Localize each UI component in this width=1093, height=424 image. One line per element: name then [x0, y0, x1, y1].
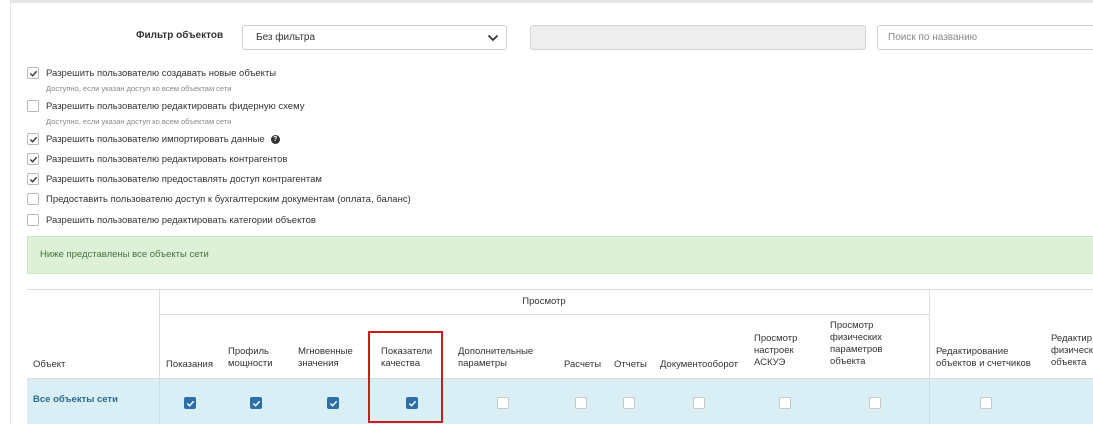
- col-header-edit-objects: Редактирование объектов и счетчиков: [936, 346, 1031, 369]
- perm-create-objects[interactable]: Разрешить пользователю создавать новые о…: [27, 67, 276, 79]
- row-checkbox-readings[interactable]: [184, 397, 196, 409]
- checkbox[interactable]: [27, 67, 39, 79]
- col-header-extra-params: Дополнительные параметры: [458, 346, 534, 369]
- table-top-border: [27, 289, 1093, 290]
- info-banner: Ниже представлены все объекты сети: [27, 236, 1093, 274]
- perm-edit-categories[interactable]: Разрешить пользователю редактировать кат…: [27, 214, 316, 226]
- col-header-quality: Показатели качества: [381, 346, 433, 369]
- disabled-field: [530, 25, 866, 50]
- row-checkbox-calculations[interactable]: [575, 397, 587, 409]
- col-header-object: Объект: [33, 359, 66, 370]
- check-icon: [408, 400, 417, 407]
- perm-accounting-docs[interactable]: Предоставить пользователю доступ к бухга…: [27, 193, 411, 205]
- checkbox[interactable]: [27, 100, 39, 112]
- perm-label: Разрешить пользователю редактировать фид…: [46, 100, 305, 112]
- search-input[interactable]: [877, 25, 1093, 50]
- perm-label: Разрешить пользователю предоставлять дос…: [46, 173, 322, 185]
- perm-hint: Доступно, если указан доступ ко всем объ…: [46, 84, 232, 93]
- help-icon[interactable]: ?: [270, 134, 280, 144]
- row-checkbox-extra-params[interactable]: [497, 397, 509, 409]
- check-icon: [29, 70, 38, 77]
- row-checkbox-edit-objects[interactable]: [980, 397, 992, 409]
- col-header-reports: Отчеты: [614, 359, 647, 370]
- filter-label: Фильтр объектов: [136, 30, 224, 41]
- group-title-view: Просмотр: [522, 296, 566, 307]
- filter-select[interactable]: Без фильтра: [242, 25, 507, 50]
- perm-label: Предоставить пользователю доступ к бухга…: [46, 193, 411, 205]
- perm-label: Разрешить пользователю редактировать кон…: [46, 153, 288, 165]
- row-checkbox-docflow[interactable]: [693, 397, 705, 409]
- row-checkbox-physical-params[interactable]: [869, 397, 881, 409]
- col-separator: [159, 379, 160, 424]
- checkbox[interactable]: [27, 193, 39, 205]
- checkbox[interactable]: [27, 214, 39, 226]
- checkbox[interactable]: [27, 153, 39, 165]
- top-border: [10, 0, 1093, 3]
- row-label-all-objects[interactable]: Все объекты сети: [33, 394, 118, 405]
- perm-grant-contractors[interactable]: Разрешить пользователю предоставлять дос…: [27, 173, 322, 185]
- col-separator: [929, 379, 930, 424]
- row-checkbox-reports[interactable]: [623, 397, 635, 409]
- row-checkbox-power-profile[interactable]: [250, 397, 262, 409]
- col-header-edit-physical: Редактир физическ объекта: [1051, 333, 1093, 368]
- checkbox[interactable]: [27, 173, 39, 185]
- col-header-instant-values: Мгновенные значения: [298, 346, 353, 369]
- row-checkbox-quality[interactable]: [406, 397, 418, 409]
- chevron-down-icon: [487, 34, 499, 42]
- row-checkbox-instant-values[interactable]: [327, 397, 339, 409]
- perm-import-data[interactable]: Разрешить пользователю импортировать дан…: [27, 133, 280, 145]
- check-icon: [29, 156, 38, 163]
- row-checkbox-askue-settings[interactable]: [779, 397, 791, 409]
- left-border: [10, 0, 11, 424]
- col-header-calculations: Расчеты: [564, 359, 602, 370]
- col-header-power-profile: Профиль мощности: [228, 346, 273, 369]
- check-icon: [329, 400, 338, 407]
- perm-edit-feeder[interactable]: Разрешить пользователю редактировать фид…: [27, 100, 304, 112]
- perm-hint: Доступно, если указан доступ ко всем объ…: [46, 117, 232, 126]
- check-icon: [186, 400, 195, 407]
- checkbox[interactable]: [27, 133, 39, 145]
- check-icon: [29, 176, 38, 183]
- col-header-physical-params: Просмотр физических параметров объекта: [830, 320, 883, 367]
- col-header-readings: Показания: [166, 359, 213, 370]
- perm-label: Разрешить пользователю импортировать дан…: [46, 133, 265, 145]
- filter-select-value: Без фильтра: [256, 32, 316, 43]
- check-icon: [29, 136, 38, 143]
- col-header-docflow: Документооборот: [660, 359, 739, 370]
- check-icon: [252, 400, 261, 407]
- perm-label: Разрешить пользователю создавать новые о…: [46, 67, 277, 79]
- group-header-divider: [159, 314, 929, 315]
- perm-edit-contractors[interactable]: Разрешить пользователю редактировать кон…: [27, 153, 287, 165]
- perm-label: Разрешить пользователю редактировать кат…: [46, 214, 316, 226]
- col-header-askue-settings: Просмотр настроек АСКУЭ: [754, 333, 798, 368]
